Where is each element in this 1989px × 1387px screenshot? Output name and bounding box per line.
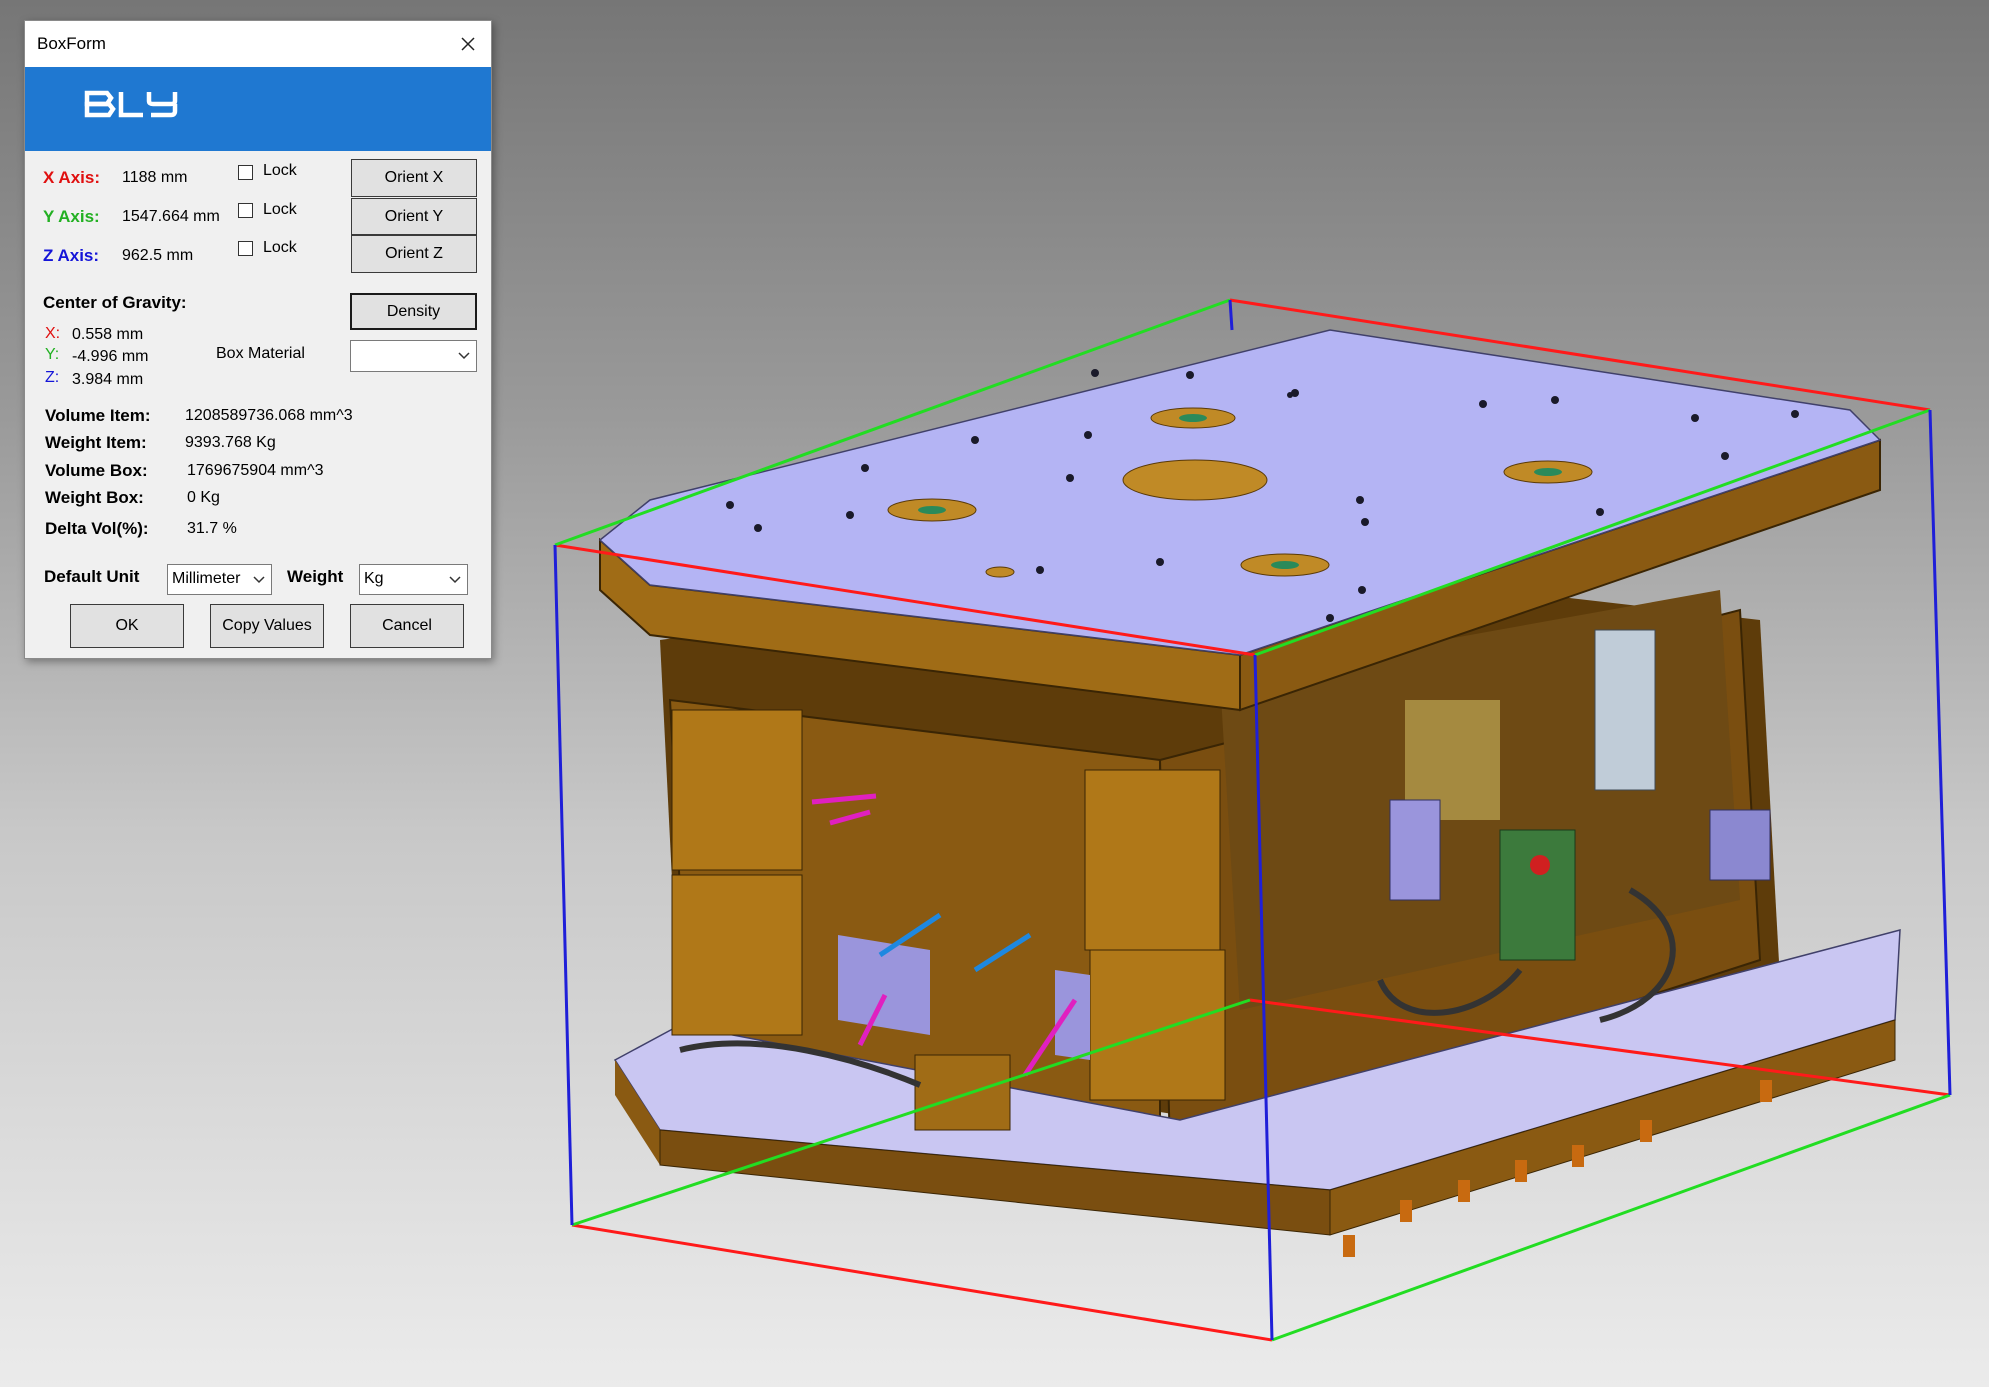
- orient-x-button[interactable]: Orient X: [351, 159, 477, 197]
- brand-banner: [25, 67, 491, 151]
- default-unit-select[interactable]: Millimeter: [167, 564, 272, 595]
- chevron-down-icon: [253, 576, 265, 584]
- y-axis-value: 1547.664 mm: [122, 208, 220, 225]
- cancel-button[interactable]: Cancel: [350, 604, 464, 648]
- default-unit-label: Default Unit: [44, 567, 140, 586]
- z-axis-value: 962.5 mm: [122, 247, 194, 264]
- z-lock-label: Lock: [263, 239, 297, 256]
- copy-values-button[interactable]: Copy Values: [210, 604, 324, 648]
- default-unit-value: Millimeter: [172, 570, 241, 587]
- cog-z-label: Z:: [45, 369, 60, 386]
- y-axis-label: Y Axis:: [43, 207, 100, 226]
- density-button[interactable]: Density: [350, 293, 477, 330]
- cog-y-label: Y:: [45, 346, 60, 363]
- y-lock-label: Lock: [263, 201, 297, 218]
- box-material-label: Box Material: [216, 345, 305, 362]
- cog-x-label: X:: [45, 325, 61, 342]
- close-button[interactable]: [453, 29, 483, 59]
- volume-item-label: Volume Item:: [45, 406, 151, 425]
- ok-button[interactable]: OK: [70, 604, 184, 648]
- chevron-down-icon: [458, 352, 470, 360]
- z-lock-checkbox[interactable]: [238, 241, 253, 256]
- chevron-down-icon: [449, 576, 461, 584]
- delta-vol-value: 31.7 %: [187, 520, 237, 537]
- box-material-select[interactable]: [350, 340, 477, 372]
- weight-box-value: 0 Kg: [187, 489, 220, 506]
- cog-x-value: 0.558 mm: [72, 326, 144, 343]
- delta-vol-label: Delta Vol(%):: [45, 519, 149, 538]
- weight-unit-value: Kg: [364, 570, 384, 587]
- x-lock-checkbox[interactable]: [238, 165, 253, 180]
- cog-y-value: -4.996 mm: [72, 348, 149, 365]
- weight-unit-select[interactable]: Kg: [359, 564, 468, 595]
- weight-box-label: Weight Box:: [45, 488, 144, 507]
- weight-item-label: Weight Item:: [45, 433, 147, 452]
- boxform-dialog: BoxForm X Axis: 1188 mm Lock Orient X Y …: [24, 20, 492, 659]
- x-axis-value: 1188 mm: [122, 169, 188, 186]
- volume-item-value: 1208589736.068 mm^3: [185, 407, 353, 424]
- volume-box-label: Volume Box:: [45, 461, 148, 480]
- title-bar[interactable]: BoxForm: [25, 21, 491, 67]
- orient-y-button[interactable]: Orient Y: [351, 198, 477, 235]
- volume-box-value: 1769675904 mm^3: [187, 462, 324, 479]
- mold-assembly-model: [598, 329, 1901, 1257]
- z-axis-label: Z Axis:: [43, 246, 100, 265]
- x-lock-label: Lock: [263, 162, 297, 179]
- y-lock-checkbox[interactable]: [238, 203, 253, 218]
- weight-item-value: 9393.768 Kg: [185, 434, 276, 451]
- orient-z-button[interactable]: Orient Z: [351, 235, 477, 273]
- close-icon: [461, 37, 475, 51]
- window-title: BoxForm: [37, 34, 106, 53]
- x-axis-label: X Axis:: [43, 168, 101, 187]
- cog-z-value: 3.984 mm: [72, 371, 144, 388]
- cog-title: Center of Gravity:: [43, 293, 187, 312]
- weight-unit-label: Weight: [287, 567, 344, 586]
- bly-logo: [84, 90, 178, 118]
